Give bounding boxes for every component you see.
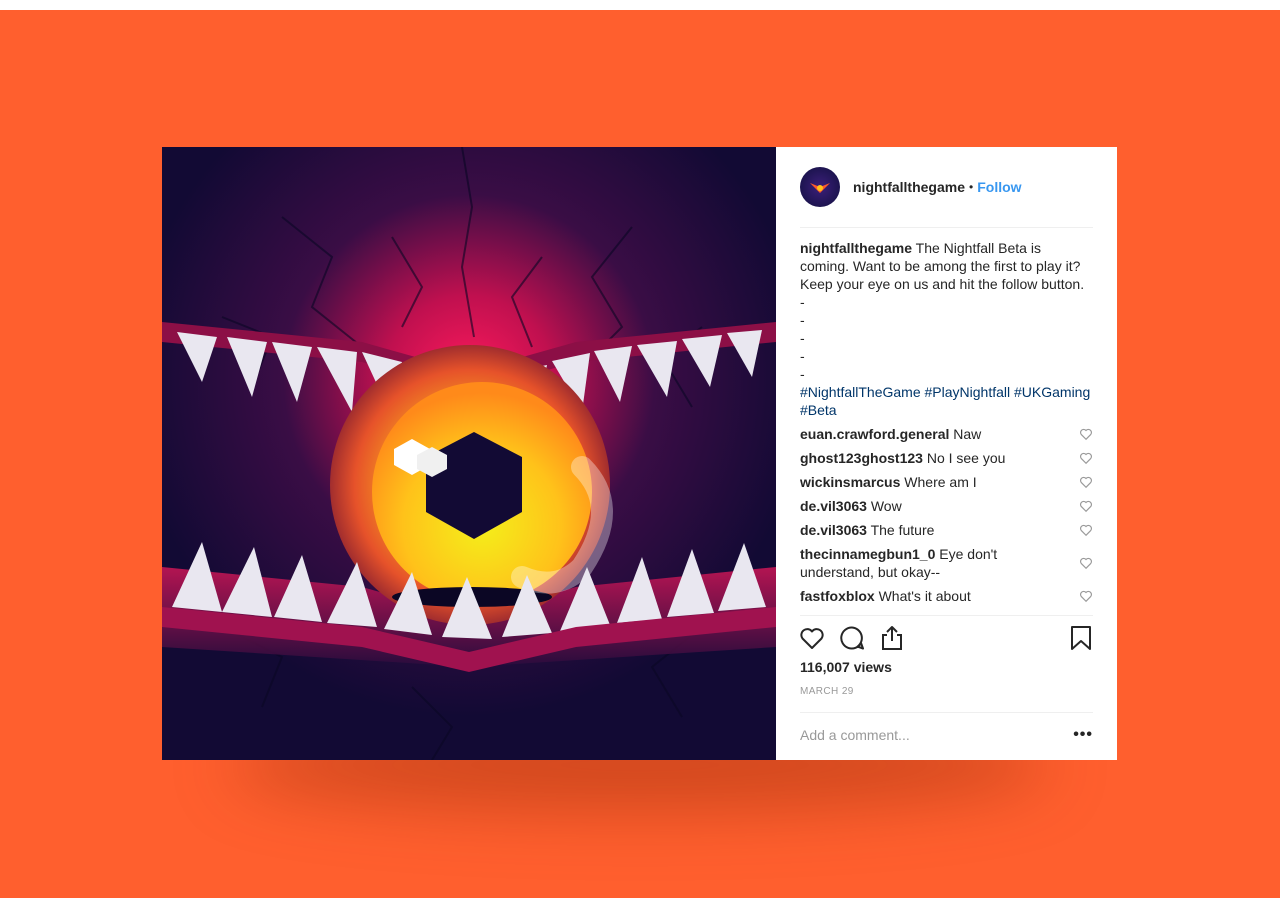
comment-username[interactable]: wickinsmarcus	[800, 474, 900, 490]
like-comment-heart-icon[interactable]	[1079, 589, 1093, 603]
comment-row: ghost123ghost123 No I see you	[800, 449, 1093, 467]
separator-dot: •	[969, 180, 974, 194]
comment-text: What's it about	[878, 588, 971, 604]
comment-username[interactable]: de.vil3063	[800, 522, 867, 538]
caption-dash: -	[800, 366, 805, 382]
comment-row: de.vil3063 Wow	[800, 497, 1093, 515]
share-icon[interactable]	[878, 624, 906, 652]
post-header: nightfallthegame • Follow	[800, 167, 1093, 207]
comments-list[interactable]: nightfallthegame The Nightfall Beta is c…	[800, 239, 1093, 613]
avatar[interactable]	[800, 167, 840, 207]
like-comment-heart-icon[interactable]	[1079, 523, 1093, 537]
instagram-post: nightfallthegame • Follow nightfallthega…	[162, 147, 1117, 760]
comment-row: wickinsmarcus Where am I	[800, 473, 1093, 491]
comment-text: Naw	[953, 426, 982, 442]
comment-icon[interactable]	[838, 624, 866, 652]
comment-username[interactable]: fastfoxblox	[800, 588, 875, 604]
header-divider	[800, 227, 1093, 228]
comment-username[interactable]: ghost123ghost123	[800, 450, 923, 466]
actions-divider	[800, 615, 1093, 616]
caption-hashtags[interactable]: #NightfallTheGame #PlayNightfall #UKGami…	[800, 383, 1093, 419]
heart-icon[interactable]	[798, 624, 826, 652]
post-date: MARCH 29	[800, 686, 854, 697]
caption-dash: -	[800, 330, 805, 346]
post-image[interactable]	[162, 147, 776, 760]
caption-username[interactable]: nightfallthegame	[800, 240, 912, 256]
monster-eye-artwork	[162, 147, 776, 760]
comment-row: de.vil3063 The future	[800, 521, 1093, 539]
follow-button[interactable]: Follow	[977, 179, 1021, 195]
comment-text: Wow	[870, 498, 902, 514]
comment-input[interactable]	[800, 727, 1060, 743]
comment-row: euan.crawford.general Naw	[800, 425, 1093, 443]
post-sidebar: nightfallthegame • Follow nightfallthega…	[776, 147, 1117, 760]
like-comment-heart-icon[interactable]	[1079, 475, 1093, 489]
comment-row: fastfoxblox What's it about	[800, 587, 1093, 605]
view-count[interactable]: 116,007 views	[800, 659, 892, 675]
like-comment-heart-icon[interactable]	[1079, 556, 1093, 570]
comment-input-divider	[800, 712, 1093, 713]
post-username[interactable]: nightfallthegame	[853, 179, 965, 195]
eye-logo-icon	[810, 183, 830, 193]
comment-text: Where am I	[904, 474, 977, 490]
bookmark-icon[interactable]	[1067, 624, 1095, 652]
action-bar	[798, 623, 1095, 653]
caption-dash: -	[800, 312, 805, 328]
more-options-icon[interactable]: •••	[1073, 726, 1093, 744]
like-comment-heart-icon[interactable]	[1079, 451, 1093, 465]
comment-username[interactable]: de.vil3063	[800, 498, 867, 514]
comment-text: The future	[870, 522, 935, 538]
comment-row: thecinnamegbun1_0 Eye don't understand, …	[800, 545, 1093, 581]
comment-username[interactable]: euan.crawford.general	[800, 426, 949, 442]
comment-username[interactable]: thecinnamegbun1_0	[800, 546, 935, 562]
like-comment-heart-icon[interactable]	[1079, 427, 1093, 441]
add-comment-bar: •••	[800, 725, 1093, 745]
comment-text: No I see you	[926, 450, 1006, 466]
like-comment-heart-icon[interactable]	[1079, 499, 1093, 513]
caption-dash: -	[800, 348, 805, 364]
post-caption: nightfallthegame The Nightfall Beta is c…	[800, 239, 1093, 419]
orange-backdrop: nightfallthegame • Follow nightfallthega…	[0, 10, 1280, 898]
caption-dash: -	[800, 294, 805, 310]
